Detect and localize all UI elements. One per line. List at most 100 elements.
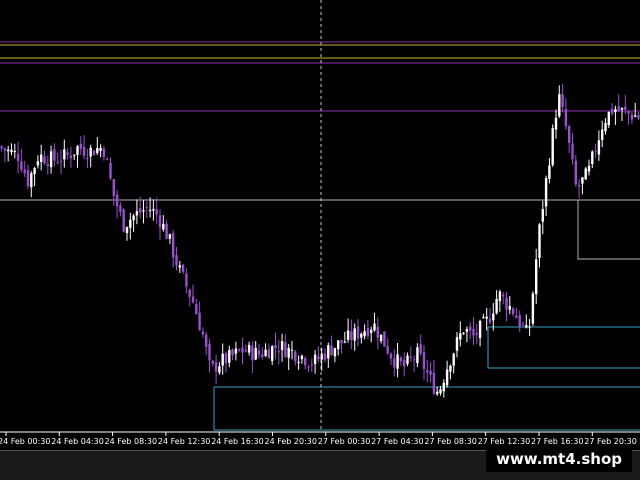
bull-candle bbox=[525, 325, 528, 328]
bear-candle bbox=[340, 340, 343, 344]
bull-candle bbox=[436, 391, 439, 395]
bull-candle bbox=[455, 337, 459, 351]
bear-candle bbox=[155, 209, 158, 215]
bull-candle bbox=[221, 353, 224, 366]
bear-candle bbox=[119, 205, 122, 212]
bull-candle bbox=[36, 161, 40, 166]
bull-candle bbox=[300, 355, 304, 360]
bull-candle bbox=[492, 313, 495, 321]
time-tick-label: 27 Feb 00:30 bbox=[318, 437, 370, 446]
bear-candle bbox=[158, 215, 162, 228]
bear-candle bbox=[475, 333, 478, 335]
bull-candle bbox=[363, 331, 366, 337]
bear-candle bbox=[46, 164, 49, 167]
bull-candle bbox=[379, 334, 383, 342]
bull-candle bbox=[89, 147, 92, 157]
bull-candle bbox=[313, 354, 317, 365]
time-tick-label: 24 Feb 00:30 bbox=[0, 437, 50, 446]
bear-candle bbox=[571, 143, 574, 160]
bear-candle bbox=[376, 326, 379, 338]
bull-candle bbox=[597, 140, 601, 155]
bull-candle bbox=[416, 347, 419, 364]
bear-candle bbox=[624, 106, 627, 110]
bear-candle bbox=[251, 345, 254, 361]
bear-candle bbox=[637, 115, 640, 119]
bear-candle bbox=[366, 328, 370, 336]
bull-candle bbox=[535, 259, 538, 295]
bull-candle bbox=[551, 128, 554, 166]
bear-candle bbox=[515, 315, 518, 318]
price-chart[interactable]: 24 Feb 00:30 24 Feb 04:30 24 Feb 08:30 24 F… bbox=[0, 0, 640, 480]
bull-candle bbox=[353, 328, 356, 341]
bear-candle bbox=[393, 358, 396, 368]
bear-candle bbox=[241, 347, 244, 353]
bear-candle bbox=[181, 264, 185, 272]
time-tick-label: 27 Feb 16:30 bbox=[531, 437, 583, 446]
bear-candle bbox=[201, 331, 205, 335]
bear-candle bbox=[472, 328, 475, 336]
bear-candle bbox=[403, 359, 406, 367]
bear-candle bbox=[69, 155, 73, 159]
bear-candle bbox=[82, 146, 86, 156]
bull-candle bbox=[541, 209, 544, 222]
bear-candle bbox=[102, 148, 106, 157]
bear-candle bbox=[419, 344, 422, 354]
bear-candle bbox=[617, 106, 620, 111]
bear-candle bbox=[577, 184, 581, 187]
bear-candle bbox=[214, 362, 218, 372]
bull-candle bbox=[558, 94, 561, 117]
bull-candle bbox=[370, 329, 373, 333]
bear-candle bbox=[79, 143, 82, 149]
time-tick-label: 24 Feb 12:30 bbox=[158, 437, 210, 446]
time-tick-label: 24 Feb 20:30 bbox=[265, 437, 317, 446]
bear-candle bbox=[23, 169, 26, 174]
bear-candle bbox=[191, 296, 195, 303]
bear-candle bbox=[231, 349, 234, 356]
bear-candle bbox=[488, 318, 492, 323]
bull-candle bbox=[508, 305, 511, 310]
bear-candle bbox=[564, 109, 568, 127]
bull-candle bbox=[465, 328, 469, 332]
bear-candle bbox=[422, 352, 426, 370]
bull-candle bbox=[162, 223, 165, 230]
time-axis: 24 Feb 00:30 24 Feb 04:30 24 Feb 08:30 24 F… bbox=[0, 432, 637, 446]
bull-candle bbox=[10, 149, 13, 153]
bull-candle bbox=[129, 219, 132, 228]
bull-candle bbox=[247, 344, 251, 353]
bear-candle bbox=[630, 114, 634, 120]
bull-candle bbox=[168, 234, 172, 239]
time-tick-label: 24 Feb 04:30 bbox=[51, 437, 103, 446]
bull-candle bbox=[439, 389, 442, 394]
bear-candle bbox=[66, 152, 69, 155]
bear-candle bbox=[195, 304, 198, 315]
bear-candle bbox=[3, 148, 7, 151]
bull-candle bbox=[614, 109, 617, 113]
bull-candle bbox=[587, 165, 591, 172]
bear-candle bbox=[284, 342, 287, 357]
bull-candle bbox=[135, 211, 139, 216]
bull-candle bbox=[271, 346, 274, 361]
bull-candle bbox=[538, 224, 541, 259]
bull-candle bbox=[406, 355, 409, 364]
chart-window[interactable]: 24 Feb 00:30 24 Feb 04:30 24 Feb 08:30 24 F… bbox=[0, 0, 640, 480]
bear-candle bbox=[561, 94, 564, 108]
bull-candle bbox=[264, 349, 267, 356]
bear-candle bbox=[16, 153, 20, 161]
time-tick-label: 27 Feb 08:30 bbox=[424, 437, 476, 446]
bear-candle bbox=[386, 346, 389, 354]
bear-candle bbox=[502, 294, 505, 297]
bull-candle bbox=[13, 150, 16, 153]
bear-candle bbox=[518, 315, 521, 327]
bull-candle bbox=[495, 298, 498, 314]
bear-candle bbox=[568, 126, 571, 144]
bull-candle bbox=[607, 111, 610, 126]
bear-candle bbox=[53, 149, 56, 161]
bear-candle bbox=[122, 209, 125, 232]
bear-candle bbox=[627, 111, 630, 114]
bull-candle bbox=[591, 151, 594, 165]
bull-candle bbox=[152, 209, 155, 211]
bear-candle bbox=[257, 350, 261, 355]
bull-candle bbox=[337, 340, 340, 350]
gray-zone-box[interactable] bbox=[577, 200, 640, 260]
bear-candle bbox=[294, 351, 297, 362]
